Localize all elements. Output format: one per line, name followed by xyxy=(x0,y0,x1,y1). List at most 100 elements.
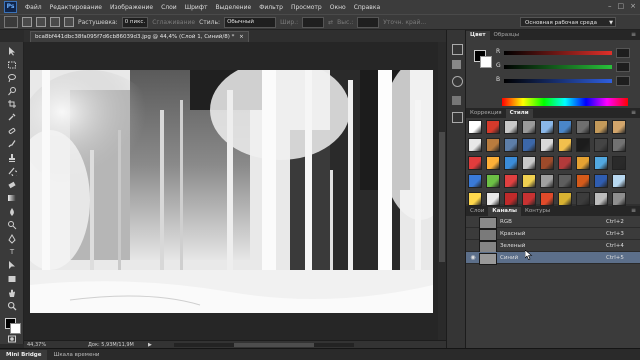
style-swatch[interactable] xyxy=(504,138,518,152)
style-swatch[interactable] xyxy=(504,192,518,206)
slider-b-value[interactable] xyxy=(616,76,630,86)
style-swatch[interactable] xyxy=(540,174,554,188)
menu-filter[interactable]: Фильтр xyxy=(255,4,287,11)
swap-icon[interactable]: ⇄ xyxy=(328,19,333,26)
app-logo[interactable]: Ps xyxy=(4,1,17,13)
feather-input[interactable]: 0 пикс. xyxy=(121,16,149,28)
tab-close-icon[interactable]: × xyxy=(239,34,244,40)
style-swatch[interactable] xyxy=(540,192,554,206)
workspace-select[interactable]: Основная рабочая среда ▼ xyxy=(520,17,616,27)
path-selection-tool-icon[interactable] xyxy=(7,260,17,270)
style-swatch[interactable] xyxy=(612,138,626,152)
visibility-eye-icon[interactable] xyxy=(469,242,477,250)
channel-row-rgb[interactable]: RGB Ctrl+2 xyxy=(466,216,640,229)
brush-panel-icon[interactable] xyxy=(452,76,463,87)
marquee-preset-icon[interactable] xyxy=(4,16,18,28)
horizontal-scroll-thumb[interactable] xyxy=(234,343,314,347)
style-swatch[interactable] xyxy=(504,120,518,134)
character-panel-icon[interactable] xyxy=(452,96,461,105)
minimize-icon[interactable]: – xyxy=(608,2,612,10)
menu-type[interactable]: Шрифт xyxy=(181,4,212,11)
style-swatch[interactable] xyxy=(522,120,536,134)
brush-tool-icon[interactable] xyxy=(7,139,17,149)
background-color-swatch[interactable] xyxy=(10,323,21,334)
lasso-tool-icon[interactable] xyxy=(7,73,17,83)
tab-mini-bridge[interactable]: Mini Bridge xyxy=(0,350,48,360)
eraser-tool-icon[interactable] xyxy=(7,180,17,190)
style-swatch[interactable] xyxy=(576,156,590,170)
slider-g-track[interactable] xyxy=(504,65,612,69)
tab-styles[interactable]: Стили xyxy=(505,109,533,118)
add-selection-icon[interactable] xyxy=(36,17,46,27)
document-image[interactable] xyxy=(30,70,433,313)
tab-swatches[interactable]: Образцы xyxy=(490,31,524,40)
visibility-eye-icon[interactable] xyxy=(469,230,477,238)
style-swatch[interactable] xyxy=(522,138,536,152)
menu-view[interactable]: Просмотр xyxy=(287,4,326,11)
type-tool-icon[interactable]: T xyxy=(7,247,17,257)
style-swatch[interactable] xyxy=(468,174,482,188)
slider-r-track[interactable] xyxy=(504,51,612,55)
hand-tool-icon[interactable] xyxy=(7,288,17,298)
slider-g-value[interactable] xyxy=(616,62,630,72)
tab-layers[interactable]: Слои xyxy=(466,207,488,216)
close-icon[interactable]: × xyxy=(630,2,636,10)
style-swatch[interactable] xyxy=(576,138,590,152)
channel-row-blue[interactable]: ◉ Синий Ctrl+5 xyxy=(466,252,640,265)
visibility-eye-icon[interactable]: ◉ xyxy=(469,254,477,262)
subtract-selection-icon[interactable] xyxy=(50,17,60,27)
style-swatch[interactable] xyxy=(468,192,482,206)
slider-g[interactable]: G xyxy=(496,62,630,72)
slider-b-track[interactable] xyxy=(504,79,612,83)
marquee-tool-icon[interactable] xyxy=(7,60,17,70)
style-swatch[interactable] xyxy=(594,174,608,188)
style-swatch[interactable] xyxy=(558,174,572,188)
style-swatch[interactable] xyxy=(540,138,554,152)
history-brush-tool-icon[interactable] xyxy=(7,166,17,176)
move-tool-icon[interactable] xyxy=(7,46,17,56)
panel-menu-icon[interactable]: ≡ xyxy=(631,109,636,116)
height-input[interactable] xyxy=(357,16,380,28)
history-panel-icon[interactable] xyxy=(452,44,463,55)
style-swatch[interactable] xyxy=(504,156,518,170)
style-swatch[interactable] xyxy=(558,120,572,134)
style-swatch[interactable] xyxy=(468,138,482,152)
style-swatch[interactable] xyxy=(486,174,500,188)
intersect-selection-icon[interactable] xyxy=(64,17,74,27)
style-swatch[interactable] xyxy=(468,120,482,134)
maximize-icon[interactable]: □ xyxy=(618,2,625,10)
zoom-tool-icon[interactable] xyxy=(7,301,17,311)
visibility-eye-icon[interactable] xyxy=(469,218,477,226)
style-swatch[interactable] xyxy=(576,120,590,134)
style-swatch[interactable] xyxy=(612,120,626,134)
style-swatch[interactable] xyxy=(612,174,626,188)
channel-row-red[interactable]: Красный Ctrl+3 xyxy=(466,228,640,241)
menu-layers[interactable]: Слои xyxy=(157,4,181,11)
style-swatch[interactable] xyxy=(558,192,572,206)
style-swatch[interactable] xyxy=(612,192,626,206)
paragraph-panel-icon[interactable] xyxy=(452,112,463,123)
quick-select-tool-icon[interactable] xyxy=(7,86,17,96)
channel-row-green[interactable]: Зеленый Ctrl+4 xyxy=(466,240,640,253)
style-swatch[interactable] xyxy=(558,138,572,152)
quick-mask-icon[interactable] xyxy=(7,334,17,344)
style-swatch[interactable] xyxy=(522,174,536,188)
new-selection-icon[interactable] xyxy=(22,17,32,27)
tab-channels[interactable]: Каналы xyxy=(488,207,522,216)
tab-timeline[interactable]: Шкала времени xyxy=(47,350,105,360)
healing-brush-tool-icon[interactable] xyxy=(7,126,17,136)
vertical-scroll-thumb[interactable] xyxy=(439,132,445,262)
color-spectrum-ramp[interactable] xyxy=(502,98,628,106)
width-input[interactable] xyxy=(302,16,325,28)
style-swatch[interactable] xyxy=(576,174,590,188)
crop-tool-icon[interactable] xyxy=(7,99,17,109)
style-swatch[interactable] xyxy=(486,138,500,152)
antialias-checkbox[interactable]: Сглаживание xyxy=(152,19,195,26)
panel-menu-icon[interactable]: ≡ xyxy=(631,31,636,38)
style-swatch[interactable] xyxy=(468,156,482,170)
style-swatch[interactable] xyxy=(486,156,500,170)
style-swatch[interactable] xyxy=(540,156,554,170)
style-swatch[interactable] xyxy=(594,192,608,206)
menu-edit[interactable]: Редактирование xyxy=(46,4,106,11)
style-swatch[interactable] xyxy=(522,156,536,170)
